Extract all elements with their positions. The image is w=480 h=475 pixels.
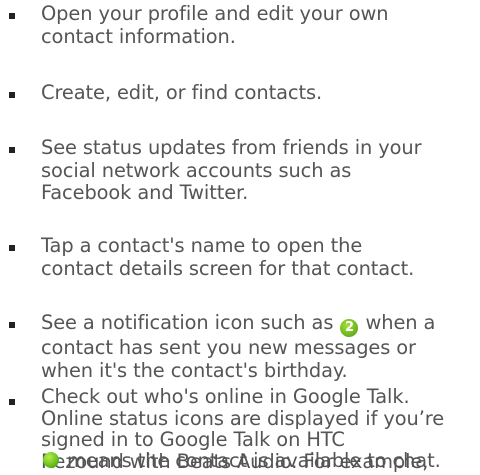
text-line: signed in to Google Talk on HTC <box>41 428 345 452</box>
bullet-marker <box>9 399 15 405</box>
text-line: See status updates from friends in your <box>41 136 422 159</box>
list-item-text: Create, edit, or find contacts. <box>41 81 480 105</box>
list-item-text: Tap a contact's name to open the contact… <box>41 234 480 280</box>
text-fragment: when a <box>365 311 436 334</box>
text-line: Create, edit, or find contacts. <box>41 81 323 104</box>
text-line: contact information. <box>41 24 236 48</box>
text-line: when it's the contact's birthday. <box>41 358 348 382</box>
text-line: contact details screen for that contact. <box>41 256 415 280</box>
list-item-text: Open your profile and edit your own cont… <box>41 2 480 48</box>
bullet-marker <box>9 92 15 98</box>
text-line: contact has sent you new messages or <box>41 336 416 359</box>
last-line-wrapper: means the contact is available to chat. <box>41 450 441 472</box>
text-line: Facebook and Twitter. <box>41 181 249 205</box>
bullet-marker <box>9 322 15 328</box>
text-line: See a notification icon such as 2 when a <box>41 311 480 337</box>
text-line: Check out who's online in Google Talk. <box>41 385 410 408</box>
bullet-marker <box>9 147 15 153</box>
text-line: Tap a contact's name to open the <box>41 234 363 257</box>
text-line: Open your profile and edit your own <box>41 2 389 25</box>
bullet-marker <box>9 13 15 19</box>
list-item-text: See status updates from friends in your … <box>41 136 480 205</box>
text-fragment: See a notification icon such as <box>41 311 334 334</box>
online-status-icon <box>43 452 59 468</box>
text-fragment: means the contact is available to chat. <box>67 449 441 472</box>
list-item-text: See a notification icon such as 2 when a… <box>41 311 480 382</box>
bullet-marker <box>9 245 15 251</box>
text-line: Online status icons are displayed if you… <box>41 406 445 430</box>
text-line: social network accounts such as <box>41 158 352 182</box>
notification-count-icon: 2 <box>340 319 359 337</box>
